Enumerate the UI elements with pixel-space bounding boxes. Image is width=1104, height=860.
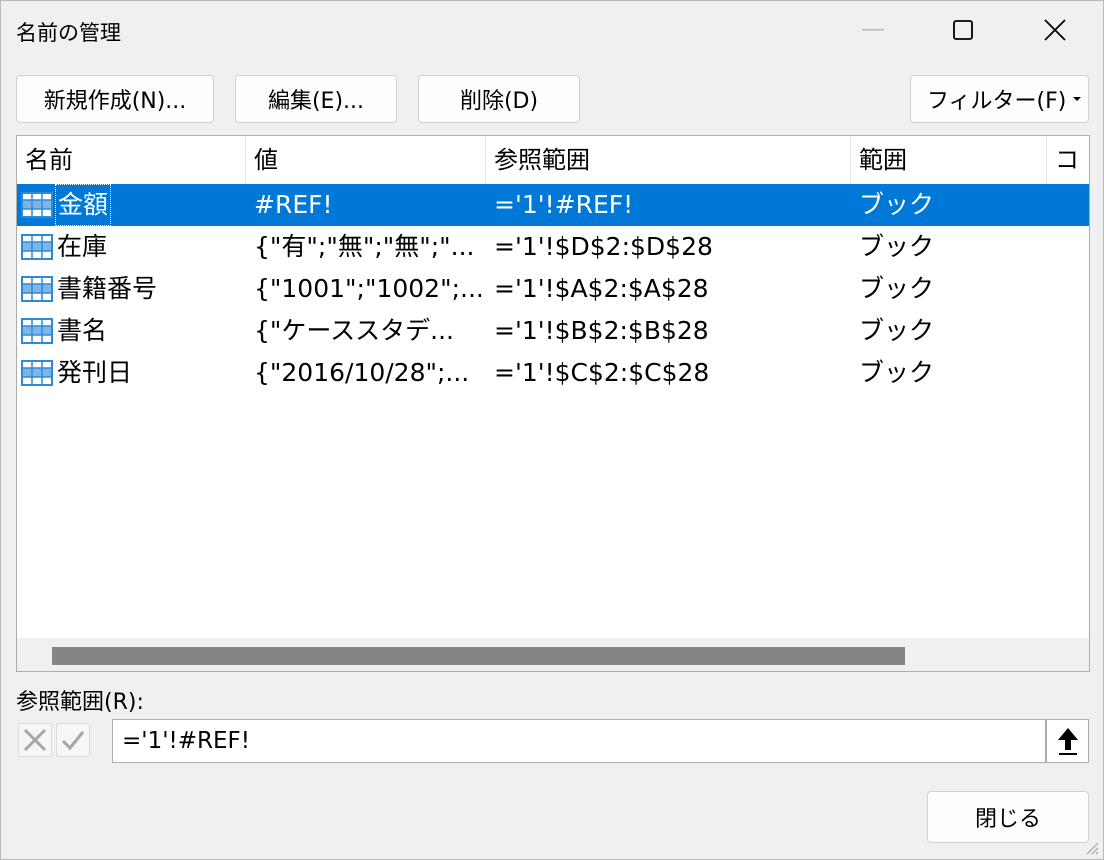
row-name: 書籍番号 <box>57 274 158 303</box>
row-refers-to: ='1'!#REF! <box>494 190 634 219</box>
row-value: {"1001";"1002";... <box>254 274 484 303</box>
column-header-comment[interactable]: コ <box>1047 136 1089 184</box>
close-button[interactable]: 閉じる <box>927 791 1089 843</box>
named-range-icon <box>21 234 53 260</box>
close-icon <box>1044 19 1066 41</box>
filter-button[interactable]: フィルター(F) <box>910 75 1089 123</box>
list-row[interactable]: 書名 {"ケーススタデ... ='1'!$B$2:$B$28 ブック <box>17 310 1089 352</box>
chevron-down-icon <box>1073 97 1082 101</box>
row-scope: ブック <box>859 232 935 261</box>
named-range-icon <box>21 318 53 344</box>
row-name: 発刊日 <box>57 358 133 387</box>
arrow-up-icon <box>1057 728 1078 755</box>
filter-label: フィルター(F) <box>927 89 1067 114</box>
row-refers-to: ='1'!$D$2:$D$28 <box>494 232 713 261</box>
name-manager-dialog: 名前の管理 新規作成(N)... 編集(E)... 削除(D) フィルター(F)… <box>0 0 1104 860</box>
new-button[interactable]: 新規作成(N)... <box>16 75 214 123</box>
delete-button[interactable]: 削除(D) <box>418 75 580 123</box>
confirm-edit-button <box>56 723 90 757</box>
list-row[interactable]: 書籍番号 {"1001";"1002";... ='1'!$A$2:$A$28 … <box>17 268 1089 310</box>
row-name: 金額 <box>55 184 112 226</box>
cross-icon <box>23 728 47 752</box>
row-refers-to: ='1'!$A$2:$A$28 <box>494 274 709 303</box>
row-scope: ブック <box>859 274 935 303</box>
title-bar[interactable]: 名前の管理 <box>1 1 1103 59</box>
named-range-icon <box>21 360 53 386</box>
row-value: #REF! <box>254 190 333 219</box>
collapse-dialog-button[interactable] <box>1046 719 1089 763</box>
row-scope: ブック <box>859 358 935 387</box>
maximize-button[interactable] <box>933 1 993 59</box>
row-value: {"ケーススタデ... <box>254 316 454 345</box>
maximize-icon <box>953 20 973 40</box>
column-header-name[interactable]: 名前 <box>17 136 246 184</box>
row-refers-to: ='1'!$B$2:$B$28 <box>494 316 709 345</box>
scrollbar-thumb[interactable] <box>52 647 905 665</box>
list-row[interactable]: 発刊日 {"2016/10/28";... ='1'!$C$2:$C$28 ブッ… <box>17 352 1089 394</box>
edit-button[interactable]: 編集(E)... <box>235 75 397 123</box>
row-value: {"有";"無";"無";"... <box>254 232 475 261</box>
list-row[interactable]: 金額 #REF! ='1'!#REF! ブック <box>17 184 1089 226</box>
named-range-icon <box>21 276 53 302</box>
window-title: 名前の管理 <box>16 21 121 45</box>
column-header-value[interactable]: 値 <box>246 136 486 184</box>
checkmark-icon <box>61 731 85 751</box>
column-header-scope[interactable]: 範囲 <box>851 136 1047 184</box>
row-value: {"2016/10/28";... <box>254 358 470 387</box>
row-name: 書名 <box>57 316 108 345</box>
named-range-icon <box>21 192 53 218</box>
row-scope: ブック <box>859 316 935 345</box>
row-refers-to: ='1'!$C$2:$C$28 <box>494 358 710 387</box>
horizontal-scrollbar[interactable] <box>17 638 1089 671</box>
close-window-button[interactable] <box>1025 1 1085 59</box>
column-header-refers-to[interactable]: 参照範囲 <box>486 136 851 184</box>
minimize-button <box>843 1 903 59</box>
row-name: 在庫 <box>57 232 108 261</box>
list-row[interactable]: 在庫 {"有";"無";"無";"... ='1'!$D$2:$D$28 ブック <box>17 226 1089 268</box>
resize-grip-icon[interactable] <box>1083 839 1099 855</box>
cancel-edit-button <box>18 723 52 757</box>
names-list[interactable]: 名前 値 参照範囲 範囲 コ 金額 #REF! ='1'!#REF! ブック 在… <box>16 135 1090 672</box>
row-scope: ブック <box>859 190 935 219</box>
refers-to-label: 参照範囲(R): <box>16 690 144 715</box>
refers-to-input[interactable]: ='1'!#REF! <box>112 719 1046 763</box>
minimize-icon <box>862 29 884 31</box>
